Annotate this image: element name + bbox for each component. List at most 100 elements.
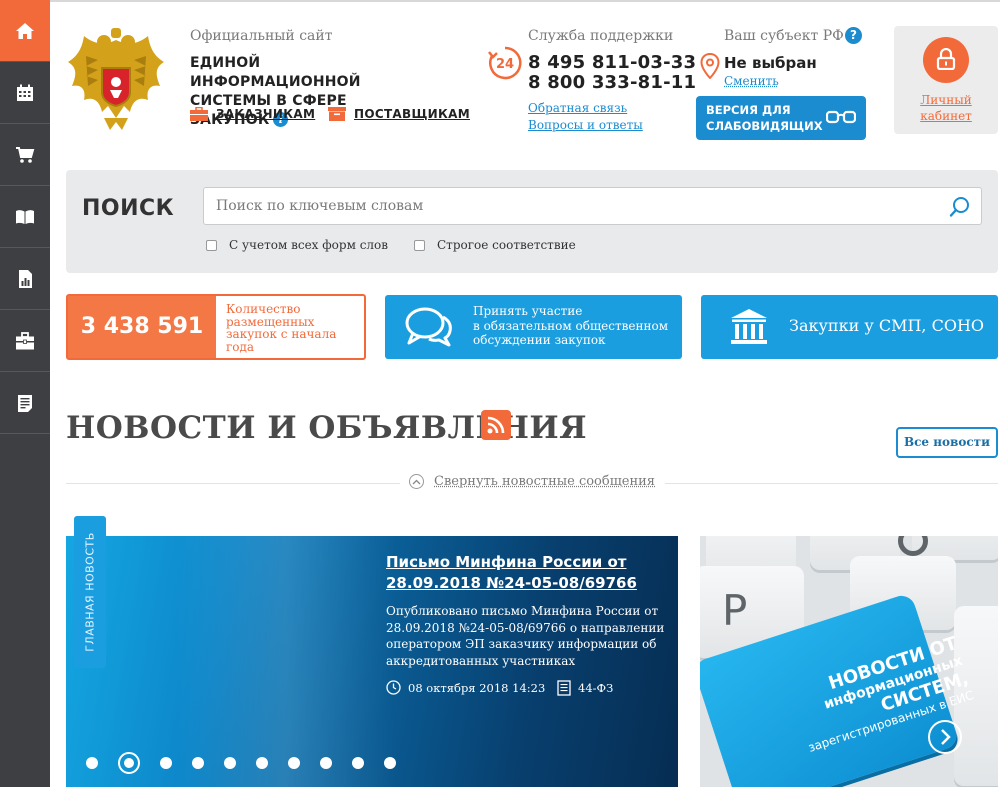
discussion-line3: обсуждении закупок [473, 333, 606, 347]
is-news-banner[interactable]: P НОВОСТИ ОТ информационных СИСТЕМ, заре… [700, 536, 998, 787]
strict-match-label: Строгое соответствие [437, 238, 576, 252]
top-border [50, 0, 1000, 2]
sidebar-item-cart[interactable] [0, 124, 50, 186]
news-date-label: 08 октября 2018 14:23 [408, 680, 546, 695]
briefcase-icon [16, 331, 34, 349]
carousel-dot[interactable] [192, 757, 204, 769]
discussion-line1: Принять участие [473, 304, 583, 318]
home-icon [16, 22, 34, 39]
faq-link[interactable]: Вопросы и ответы [528, 118, 643, 132]
key-letter: P [722, 586, 748, 635]
purchases-count-tile[interactable]: 3 438 591 Количество размещенных закупок… [66, 294, 366, 360]
coat-of-arms-emblem[interactable] [64, 26, 168, 138]
carousel-dot[interactable] [160, 757, 172, 769]
clock-icon [386, 680, 401, 695]
lock-icon [936, 48, 956, 70]
support-24-label: 24 [496, 57, 514, 72]
cabinet-line2: кабинет [920, 109, 972, 123]
glasses-icon [826, 110, 856, 124]
purchases-count-description: Количество размещенных закупок с начала … [226, 302, 337, 354]
sidebar-item-book[interactable] [0, 186, 50, 248]
region-value: Не выбран [724, 54, 817, 72]
search-icon[interactable] [949, 196, 971, 218]
carousel-dot[interactable] [224, 757, 236, 769]
sidebar-item-documents[interactable] [0, 372, 50, 434]
book-icon [16, 209, 34, 224]
report-icon [19, 269, 32, 288]
help-icon[interactable]: ? [845, 27, 862, 44]
checkbox-box[interactable] [206, 239, 217, 251]
discussion-line2: в обязательном общественном [473, 318, 669, 333]
customers-link-label: ЗАКАЗЧИКАМ [216, 107, 316, 121]
search-input[interactable] [203, 187, 982, 225]
carousel-glow [176, 536, 396, 787]
briefcase-icon [190, 107, 208, 121]
search-label: ПОИСК [82, 196, 175, 221]
collapse-news-toggle[interactable]: Свернуть новостные сообщения [409, 474, 655, 489]
calendar-icon [17, 84, 33, 101]
personal-cabinet-button[interactable]: Личный кабинет [894, 26, 998, 134]
site-title-line1: ЕДИНОЙ ИНФОРМАЦИОННОЙ [190, 55, 361, 90]
rss-feed-button[interactable] [481, 410, 511, 440]
carousel-dot[interactable] [384, 757, 396, 769]
box-icon [328, 107, 346, 121]
sidebar-item-home[interactable] [0, 0, 50, 62]
all-news-button[interactable]: Все новости [896, 427, 998, 458]
chat-bubbles-icon [405, 307, 452, 347]
news-law-label: 44-ФЗ [578, 681, 614, 695]
chevron-up-icon [409, 474, 424, 489]
region-change-link[interactable]: Сменить [724, 74, 779, 88]
public-discussion-text: Принять участие в обязательном обществен… [473, 304, 668, 348]
divider-right [665, 483, 998, 484]
divider-left [66, 483, 400, 484]
carousel-pagination [86, 752, 416, 774]
suppliers-link[interactable]: ПОСТАВЩИКАМ [328, 107, 470, 121]
news-headline-link[interactable]: Письмо Минфина России от 28.09.2018 №24-… [386, 552, 666, 594]
news-summary: Опубликовано письмо Минфина России от 28… [386, 604, 665, 668]
region-title: Ваш субъект РФ [724, 28, 844, 44]
carousel-dot[interactable] [86, 757, 98, 769]
document-icon [557, 680, 571, 696]
site-subtitle: Официальный сайт [190, 28, 333, 44]
rss-icon [487, 416, 505, 434]
carousel-dot[interactable] [320, 757, 332, 769]
lock-icon-circle [923, 37, 969, 83]
support-24-icon: 24 [488, 46, 522, 80]
smp-purchases-label: Закупки у СМП, СОНО [789, 316, 985, 335]
all-word-forms-label: С учетом всех форм слов [229, 238, 389, 252]
public-discussion-tile[interactable]: Принять участие в обязательном обществен… [385, 295, 682, 359]
carousel-dot[interactable] [256, 757, 268, 769]
left-sidebar [0, 0, 50, 787]
support-title: Служба поддержки [528, 28, 674, 44]
purchases-count-value: 3 438 591 [68, 296, 216, 358]
news-law: 44-ФЗ [557, 680, 613, 696]
sidebar-item-briefcase[interactable] [0, 310, 50, 372]
collapse-news-label: Свернуть новостные сообщения [434, 474, 656, 489]
carousel-dot[interactable] [352, 757, 364, 769]
institution-building-icon [731, 309, 767, 344]
news-date: 08 октября 2018 14:23 [386, 680, 545, 695]
checkbox-box[interactable] [414, 239, 425, 251]
suppliers-link-label: ПОСТАВЩИКАМ [354, 107, 470, 121]
phone-tollfree[interactable]: 8 800 333-81-11 [528, 72, 696, 93]
location-pin-icon [700, 53, 720, 79]
low-vision-version-button[interactable]: ВЕРСИЯ ДЛЯ СЛАБОВИДЯЩИХ [696, 96, 866, 140]
personal-cabinet-label: Личный кабинет [894, 92, 998, 124]
main-news-badge: ГЛАВНАЯ НОВОСТЬ [74, 516, 106, 668]
smp-purchases-tile[interactable]: Закупки у СМП, СОНО [701, 295, 998, 359]
document-icon [18, 394, 32, 412]
customers-link[interactable]: ЗАКАЗЧИКАМ [190, 107, 315, 121]
feedback-link[interactable]: Обратная связь [528, 101, 627, 115]
cart-icon [16, 146, 35, 163]
all-word-forms-checkbox[interactable]: С учетом всех форм слов [206, 238, 388, 252]
carousel-dot[interactable] [118, 752, 140, 774]
search-panel: ПОИСК С учетом всех форм слов Строгое со… [66, 170, 998, 273]
strict-match-checkbox[interactable]: Строгое соответствие [414, 238, 576, 252]
sidebar-item-calendar[interactable] [0, 62, 50, 124]
cabinet-line1: Личный [920, 93, 972, 107]
sidebar-item-reports[interactable] [0, 248, 50, 310]
main-news-badge-label: ГЛАВНАЯ НОВОСТЬ [83, 532, 97, 652]
phone-moscow[interactable]: 8 495 811-03-33 [528, 52, 696, 73]
arrow-right-circle-icon[interactable] [928, 720, 962, 754]
carousel-dot[interactable] [288, 757, 300, 769]
